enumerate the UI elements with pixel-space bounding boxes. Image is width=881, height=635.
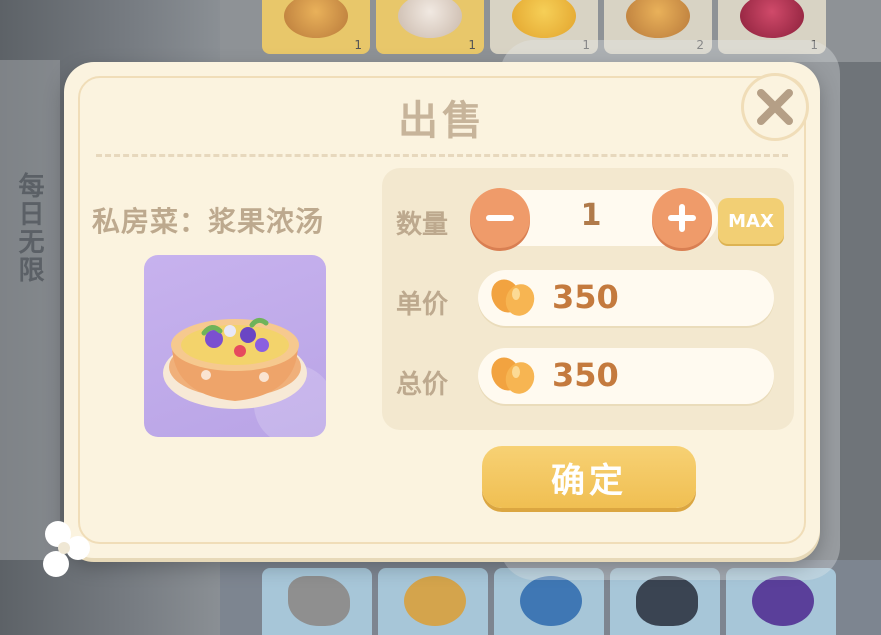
penguin-icon [636,576,698,626]
dialog-title: 出售 [398,98,486,144]
item-name: 私房菜：浆果浓汤 [92,205,325,238]
background-item-slot: 1 [262,0,370,54]
unit-price-label: 单价 [396,290,449,320]
decrease-quantity-button[interactable] [470,188,530,248]
dish-icon [398,0,462,38]
close-button[interactable] [744,76,806,138]
bean-coin-icon [491,279,535,316]
max-quantity-button[interactable]: MAX [718,198,784,244]
fish-icon [752,576,814,626]
item-count: 1 [468,38,476,52]
quantity-label: 数量 [396,210,449,240]
quantity-value[interactable]: 1 [532,198,650,233]
title-divider [96,154,788,157]
plus-icon [668,204,696,232]
total-price-label: 总价 [396,370,449,400]
fish-icon [404,576,466,626]
dish-icon [626,0,690,38]
background-side-panel [0,60,60,560]
sell-form-panel: 数量 1 MAX 单价 350 总价 350 [382,168,794,430]
dish-icon [740,0,804,38]
unit-price-value: 350 [552,278,619,316]
flower-decoration-icon [43,521,90,577]
sell-dialog: 出售 私房菜：浆果浓汤 数量 1 MAX 单价 350 总价 350 确定 [64,62,820,558]
rock-icon [288,576,350,626]
close-icon [757,89,793,125]
background-item-slot: 1 [376,0,484,54]
fish-icon [520,576,582,626]
total-price-field: 350 [478,348,774,404]
confirm-button[interactable]: 确定 [482,446,696,508]
background-side-text: 每日无限 [14,172,44,284]
unit-price-field: 350 [478,270,774,326]
berry-soup-icon [163,317,326,437]
dish-icon [284,0,348,38]
dish-icon [512,0,576,38]
bean-coin-icon [491,357,535,394]
increase-quantity-button[interactable] [652,188,712,248]
item-count: 1 [354,38,362,52]
minus-icon [486,215,514,221]
background-item-slot [378,568,488,635]
item-image [144,255,326,437]
total-price-value: 350 [552,356,619,394]
background-item-slot [262,568,372,635]
